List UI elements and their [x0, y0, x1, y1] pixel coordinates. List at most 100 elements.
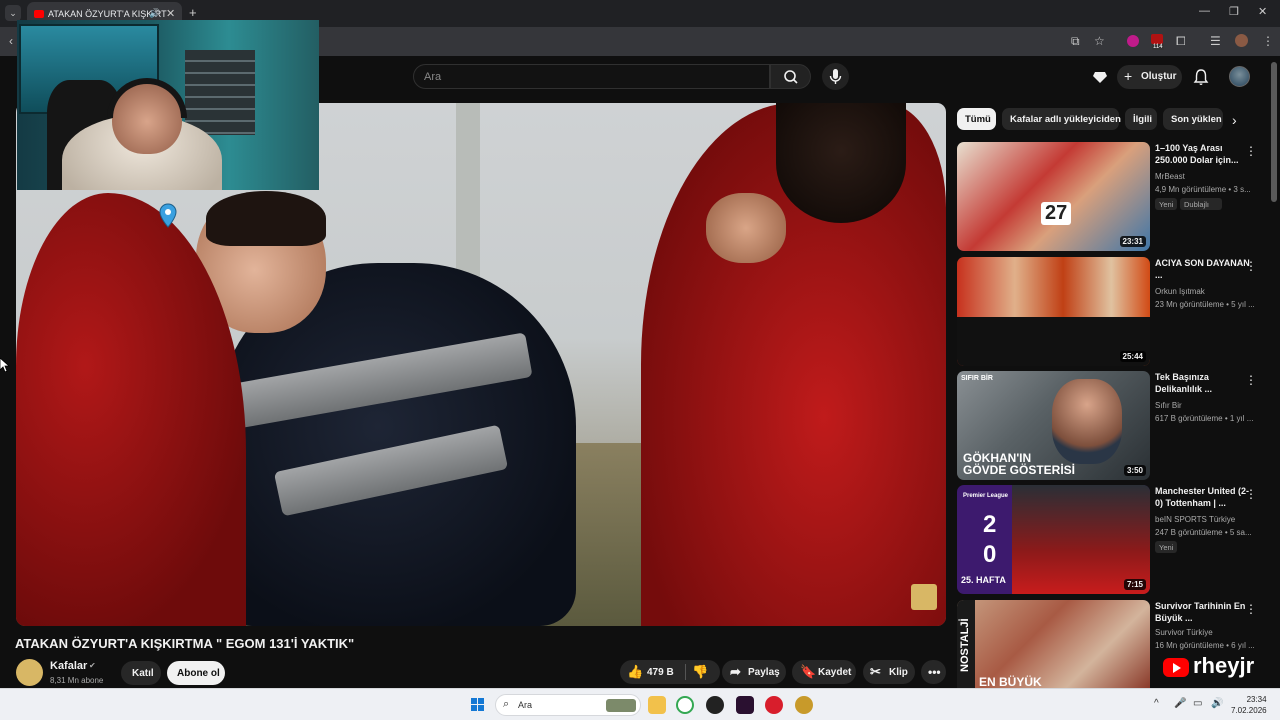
chip-related[interactable]: İlgili [1125, 108, 1157, 130]
recommendation-item[interactable]: 25:44 ACIYA SON DAYANAN ... ⋮ Orkun Işıt… [957, 257, 1267, 367]
taskbar-search-input[interactable]: ⌕ Ara [495, 694, 641, 716]
share-button[interactable]: ➦ Paylaş [722, 660, 786, 684]
account-avatar[interactable] [1229, 66, 1250, 87]
more-vert-icon[interactable]: ⋮ [1245, 602, 1257, 616]
video-thumbnail[interactable]: 25:44 [957, 257, 1150, 366]
volume-icon[interactable]: 🔊 [1211, 698, 1223, 709]
window-close-icon[interactable]: ✕ [1258, 5, 1267, 18]
more-vert-icon[interactable]: ⋮ [1245, 487, 1257, 501]
search-input[interactable]: Ara [413, 64, 770, 89]
channel-name[interactable]: Kafalar [50, 660, 87, 672]
more-vert-icon[interactable]: ⋮ [1245, 144, 1257, 158]
recommendation-meta: 247 B görüntüleme • 5 sa... [1155, 528, 1252, 537]
restore-icon[interactable]: ❐ [1229, 5, 1239, 18]
file-explorer-icon[interactable] [648, 696, 666, 714]
thumb-week: 25. HAFTA [961, 575, 1006, 585]
search-highlight-image [606, 699, 636, 712]
clip-button[interactable]: ✂ Klip [863, 660, 915, 684]
create-button[interactable]: + Oluştur [1117, 65, 1182, 89]
video-thumbnail[interactable]: Premier League 2 0 25. HAFTA 7:15 [957, 485, 1150, 594]
chip-label: İlgili [1133, 114, 1152, 125]
clock-date: 7.02.2026 [1231, 706, 1267, 715]
search-icon: ⌕ [503, 698, 510, 710]
video-title: ATAKAN ÖZYURT'A KIŞKIRTMA " EGOM 131'İ Y… [15, 636, 355, 651]
recommendation-item[interactable]: SIFIR BİR GÖKHAN'IN GÖVDE GÖSTERİSİ 3:50… [957, 371, 1267, 481]
more-actions-button[interactable]: ••• [921, 660, 946, 684]
recommendation-channel[interactable]: beIN SPORTS Türkiye [1155, 515, 1235, 524]
extension-red-icon[interactable] [1151, 34, 1163, 44]
tab-list-icon[interactable]: ⌄ [5, 5, 21, 21]
extension-pink-icon[interactable] [1127, 35, 1139, 47]
video-scene-fist [706, 193, 786, 263]
extensions-icon[interactable]: ⧠ [1176, 34, 1186, 49]
new-badge: Yeni [1155, 541, 1177, 553]
gem-icon[interactable] [1092, 69, 1108, 85]
mouse-cursor-icon [0, 358, 10, 372]
app-red-icon[interactable] [765, 696, 783, 714]
chip-all[interactable]: Tümü [957, 108, 996, 130]
recommendation-title: Tek Başınıza Delikanlılık ... [1155, 372, 1213, 394]
mic-tray-icon[interactable]: 🎤 [1174, 698, 1186, 709]
search-placeholder: Ara [424, 71, 442, 83]
search-button[interactable] [770, 64, 811, 89]
speaker-icon[interactable]: 🔊 [149, 8, 160, 19]
obs-icon[interactable] [706, 696, 724, 714]
recommendation-item[interactable]: 27 23:31 1–100 Yaş Arası 250.000 Dolar i… [957, 142, 1267, 252]
league-icon[interactable] [795, 696, 813, 714]
like-icon[interactable]: 👍 [627, 664, 643, 680]
thumb-bottom-text: EN BÜYÜK [979, 675, 1042, 688]
clock[interactable]: 23:34 7.02.2026 [1231, 694, 1267, 716]
video-thumbnail[interactable]: 27 23:31 [957, 142, 1150, 251]
duration-badge: 23:31 [1119, 236, 1146, 247]
chrome-icon[interactable] [676, 696, 694, 714]
video-thumbnail[interactable]: SIFIR BİR GÖKHAN'IN GÖVDE GÖSTERİSİ 3:50 [957, 371, 1150, 480]
dislike-icon[interactable]: 👎 [692, 664, 708, 680]
reading-list-icon[interactable]: ☰ [1210, 34, 1221, 48]
chip-from-uploader[interactable]: Kafalar adlı yükleyiciden [1002, 108, 1121, 130]
chevron-right-icon[interactable]: › [1232, 112, 1237, 128]
join-button[interactable]: Katıl [121, 661, 161, 685]
channel-watermark-logo[interactable] [911, 584, 937, 610]
back-icon[interactable]: ‹ [9, 34, 13, 48]
badge-label: Dublajlı [1184, 200, 1210, 209]
save-button[interactable]: 🔖 Kaydet [792, 660, 856, 684]
thumb-league: Premier League [963, 493, 1009, 499]
like-divider [685, 664, 686, 680]
tab-close-icon[interactable]: ✕ [166, 7, 175, 20]
page-scrollbar[interactable] [1271, 62, 1277, 202]
recommendation-meta: 4,9 Mn görüntüleme • 3 s... [1155, 185, 1251, 194]
thumb-player [1012, 485, 1150, 594]
more-vert-icon[interactable]: ⋮ [1245, 259, 1257, 273]
vegas-icon[interactable] [736, 696, 754, 714]
plus-icon: + [1124, 68, 1133, 84]
network-icon[interactable]: ▭ [1193, 698, 1202, 709]
thumb-channel-mark: SIFIR BİR [961, 375, 993, 382]
windows-start-icon[interactable] [471, 698, 485, 712]
duration-badge: 25:44 [1119, 351, 1146, 362]
recommendation-title: ACIYA SON DAYANAN ... [1155, 258, 1250, 280]
menu-icon[interactable]: ⋮ [1262, 34, 1274, 48]
star-icon[interactable]: ☆ [1094, 34, 1105, 48]
new-tab-plus-icon[interactable]: + [189, 5, 197, 20]
channel-avatar[interactable] [16, 659, 43, 686]
chip-recent[interactable]: Son yüklen [1163, 108, 1223, 130]
minimize-icon[interactable]: — [1199, 5, 1210, 17]
recommendation-channel[interactable]: Sıfır Bir [1155, 401, 1182, 410]
streamer-webcam [17, 20, 319, 190]
more-vert-icon[interactable]: ⋮ [1245, 373, 1257, 387]
subscribe-button[interactable]: Abone ol [167, 661, 225, 685]
profile-avatar[interactable] [1235, 34, 1248, 47]
recommendation-item[interactable]: Premier League 2 0 25. HAFTA 7:15 Manche… [957, 485, 1267, 595]
cast-icon[interactable]: ⧉ [1071, 34, 1080, 49]
thumb-man [1052, 379, 1122, 464]
video-thumbnail[interactable]: NOSTALJİ EN BÜYÜK [957, 600, 1150, 688]
recommendation-channel[interactable]: Orkun Işıtmak [1155, 287, 1205, 296]
dubbed-badge: Dublajlı [1180, 198, 1222, 210]
recommendation-channel[interactable]: Survivor Türkiye [1155, 628, 1213, 637]
tray-chevron-icon[interactable]: ^ [1154, 698, 1159, 709]
extension-badge: 114 [1152, 44, 1164, 50]
like-count[interactable]: 479 B [647, 667, 674, 678]
recommendation-channel[interactable]: MrBeast [1155, 172, 1185, 181]
voice-search-button[interactable] [822, 63, 849, 90]
bell-icon[interactable] [1193, 68, 1209, 86]
